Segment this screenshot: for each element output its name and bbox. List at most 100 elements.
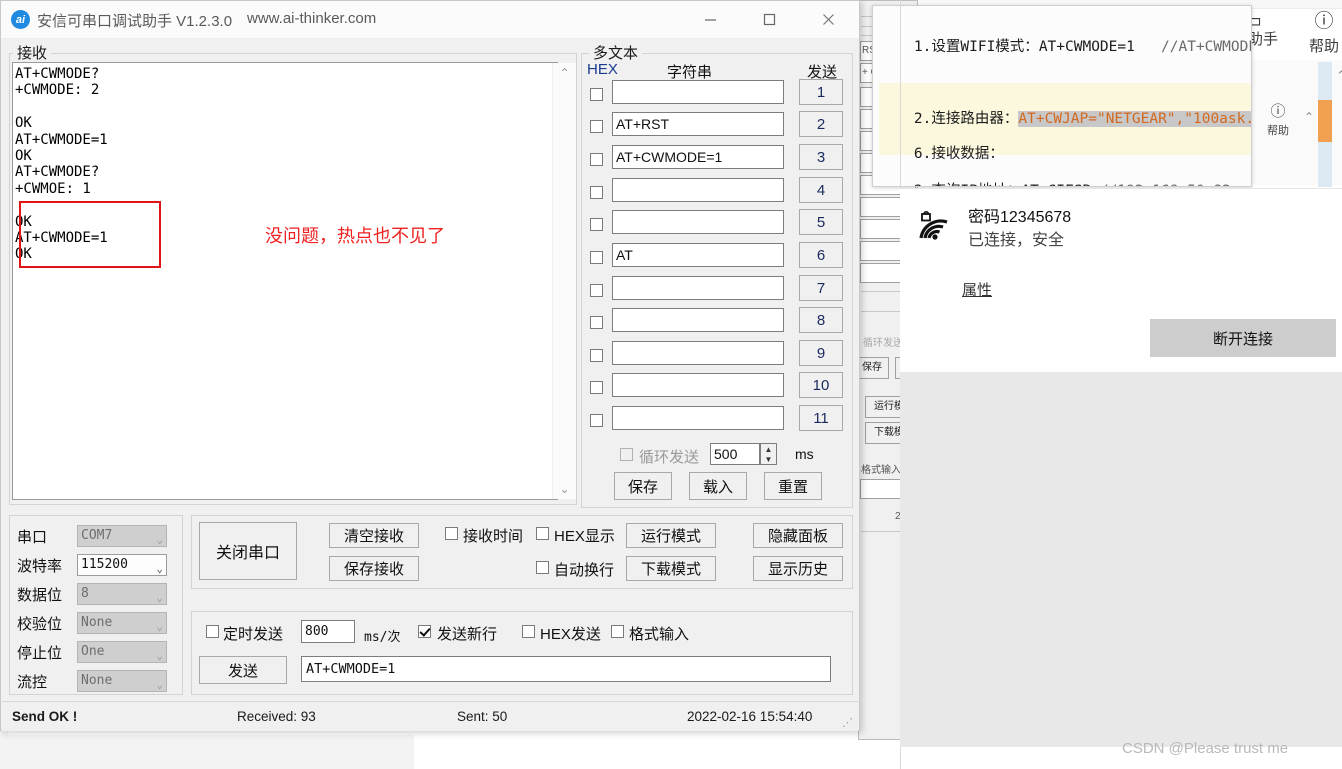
hex-send-checkbox[interactable]	[522, 625, 535, 638]
multitext-input[interactable]: AT+CWMODE=1	[612, 145, 784, 169]
multitext-reset-button[interactable]: 重置	[764, 472, 822, 500]
multitext-send-button[interactable]: 7	[799, 275, 843, 301]
save-receive-button[interactable]: 保存接收	[329, 556, 419, 581]
multitext-hex-checkbox[interactable]	[590, 153, 603, 166]
format-input-checkbox[interactable]	[611, 625, 624, 638]
chevron-up-icon[interactable]: ⌃	[1336, 68, 1342, 84]
stop-bits-select[interactable]: One ⌄	[77, 641, 167, 663]
maximize-button[interactable]	[746, 1, 793, 37]
multitext-input[interactable]: AT+RST	[612, 112, 784, 136]
multitext-input[interactable]	[612, 308, 784, 332]
multitext-hex-checkbox[interactable]	[590, 88, 603, 101]
window-title-url: www.ai-thinker.com	[247, 10, 377, 27]
minimize-button[interactable]	[687, 1, 734, 37]
multitext-send-button[interactable]: 4	[799, 177, 843, 203]
multitext-hex-checkbox[interactable]	[590, 414, 603, 427]
status-message: Send OK !	[12, 709, 78, 724]
multitext-hex-checkbox[interactable]	[590, 251, 603, 264]
multitext-send-button[interactable]: 9	[799, 340, 843, 366]
tooltip-comment: //192.168.50.82	[1091, 183, 1231, 186]
multitext-input[interactable]	[612, 276, 784, 300]
timed-send-checkbox[interactable]	[206, 625, 219, 638]
multitext-hex-checkbox[interactable]	[590, 316, 603, 329]
hide-panel-button[interactable]: 隐藏面板	[753, 523, 843, 548]
wifi-connection-panel: 密码12345678 已连接，安全 属性 断开连接	[900, 188, 1342, 373]
serial-port-select[interactable]: COM7 ⌄	[77, 525, 167, 547]
serial-port-value: COM7	[81, 528, 113, 543]
show-history-button[interactable]: 显示历史	[753, 556, 843, 581]
auto-wrap-checkbox[interactable]	[536, 561, 549, 574]
multitext-input[interactable]	[612, 341, 784, 365]
chevron-down-icon: ⌄	[156, 533, 163, 546]
download-mode-button[interactable]: 下载模式	[626, 556, 716, 581]
multitext-send-button[interactable]: 3	[799, 144, 843, 170]
multitext-send-button[interactable]: 10	[799, 372, 843, 398]
multitext-hex-checkbox[interactable]	[590, 186, 603, 199]
multitext-send-button[interactable]: 5	[799, 209, 843, 235]
multitext-hex-checkbox[interactable]	[590, 218, 603, 231]
multitext-send-button[interactable]: 6	[799, 242, 843, 268]
loop-interval-input[interactable]: 500	[710, 443, 760, 465]
parity-label: 校验位	[17, 616, 63, 633]
close-serial-button[interactable]: 关闭串口	[199, 522, 297, 580]
multitext-load-button[interactable]: 载入	[689, 472, 747, 500]
format-input-label: 格式输入	[629, 626, 690, 643]
tooltip-cmd-selected: AT+CWJAP="NETGEAR","100ask.cq"	[1018, 111, 1251, 127]
parity-select[interactable]: None ⌄	[77, 612, 167, 634]
status-sent: Sent: 50	[457, 709, 508, 724]
flow-control-select[interactable]: None ⌄	[77, 670, 167, 692]
wifi-disconnect-button[interactable]: 断开连接	[1150, 319, 1336, 357]
chevron-down-icon: ⌄	[156, 678, 163, 691]
multitext-hex-checkbox[interactable]	[590, 381, 603, 394]
wifi-network-row[interactable]: 密码12345678 已连接，安全	[914, 207, 1071, 253]
multitext-hex-checkbox[interactable]	[590, 120, 603, 133]
multitext-save-button[interactable]: 保存	[614, 472, 672, 500]
stepper-down-icon[interactable]: ▼	[761, 454, 776, 464]
receive-group-label: 接收	[13, 42, 52, 63]
bg-save-button[interactable]: 保存	[859, 357, 889, 379]
multitext-input[interactable]	[612, 80, 784, 104]
wifi-ssid: 密码12345678	[968, 209, 1072, 226]
multitext-input[interactable]: AT	[612, 243, 784, 267]
send-button[interactable]: 发送	[199, 656, 287, 684]
clear-receive-button[interactable]: 清空接收	[329, 523, 419, 548]
send-input[interactable]: AT+CWMODE=1	[301, 656, 831, 682]
receive-textarea[interactable]: AT+CWMODE? +CWMODE: 2 OK AT+CWMODE=1 OK …	[12, 62, 558, 500]
bgdoc-scrollbar-thumb[interactable]	[1318, 100, 1332, 142]
bgdoc-help-button[interactable]: ⓘ 帮助	[1254, 100, 1302, 138]
scroll-down-icon[interactable]: ⌄	[553, 479, 576, 499]
chevron-up-icon[interactable]: ⌃	[1304, 110, 1314, 124]
baud-rate-select[interactable]: 115200 ⌄	[77, 554, 167, 576]
multitext-hex-checkbox[interactable]	[590, 349, 603, 362]
send-interval-input[interactable]: 800	[301, 620, 355, 643]
close-button[interactable]	[805, 1, 852, 37]
wifi-status: 已连接，安全	[968, 232, 1065, 249]
scroll-up-icon[interactable]: ⌃	[553, 63, 576, 83]
multitext-send-button[interactable]: 8	[799, 307, 843, 333]
bgdoc-help-item[interactable]: ⓘ 帮助	[1306, 6, 1342, 56]
run-mode-button[interactable]: 运行模式	[626, 523, 716, 548]
multitext-send-button[interactable]: 1	[799, 79, 843, 105]
send-newline-checkbox[interactable]	[418, 625, 431, 638]
multitext-input[interactable]	[612, 406, 784, 430]
multitext-input[interactable]	[612, 373, 784, 397]
hex-display-checkbox[interactable]	[536, 527, 549, 540]
receive-scrollbar[interactable]: ⌃ ⌄	[552, 63, 576, 499]
chevron-down-icon: ⌄	[156, 591, 163, 604]
receive-time-checkbox[interactable]	[445, 527, 458, 540]
loop-interval-stepper[interactable]: ▲ ▼	[760, 443, 777, 465]
multitext-hex-checkbox[interactable]	[590, 284, 603, 297]
bgdoc-assistant-label: 助手	[1248, 31, 1279, 48]
wifi-properties-link[interactable]: 属性	[962, 279, 992, 300]
stepper-up-icon[interactable]: ▲	[761, 444, 776, 454]
multitext-send-button[interactable]: 2	[799, 111, 843, 137]
send-newline-label: 发送新行	[437, 626, 498, 643]
multitext-input[interactable]	[612, 178, 784, 202]
multitext-col-string: 字符串	[667, 64, 713, 81]
multitext-input[interactable]	[612, 210, 784, 234]
resize-grip-icon[interactable]: ⋰	[842, 716, 854, 729]
multitext-send-button[interactable]: 11	[799, 405, 843, 431]
loop-send-checkbox[interactable]	[620, 448, 633, 461]
title-bar[interactable]: ai 安信可串口调试助手 V1.2.3.0 www.ai-thinker.com	[1, 1, 859, 39]
data-bits-select[interactable]: 8 ⌄	[77, 583, 167, 605]
